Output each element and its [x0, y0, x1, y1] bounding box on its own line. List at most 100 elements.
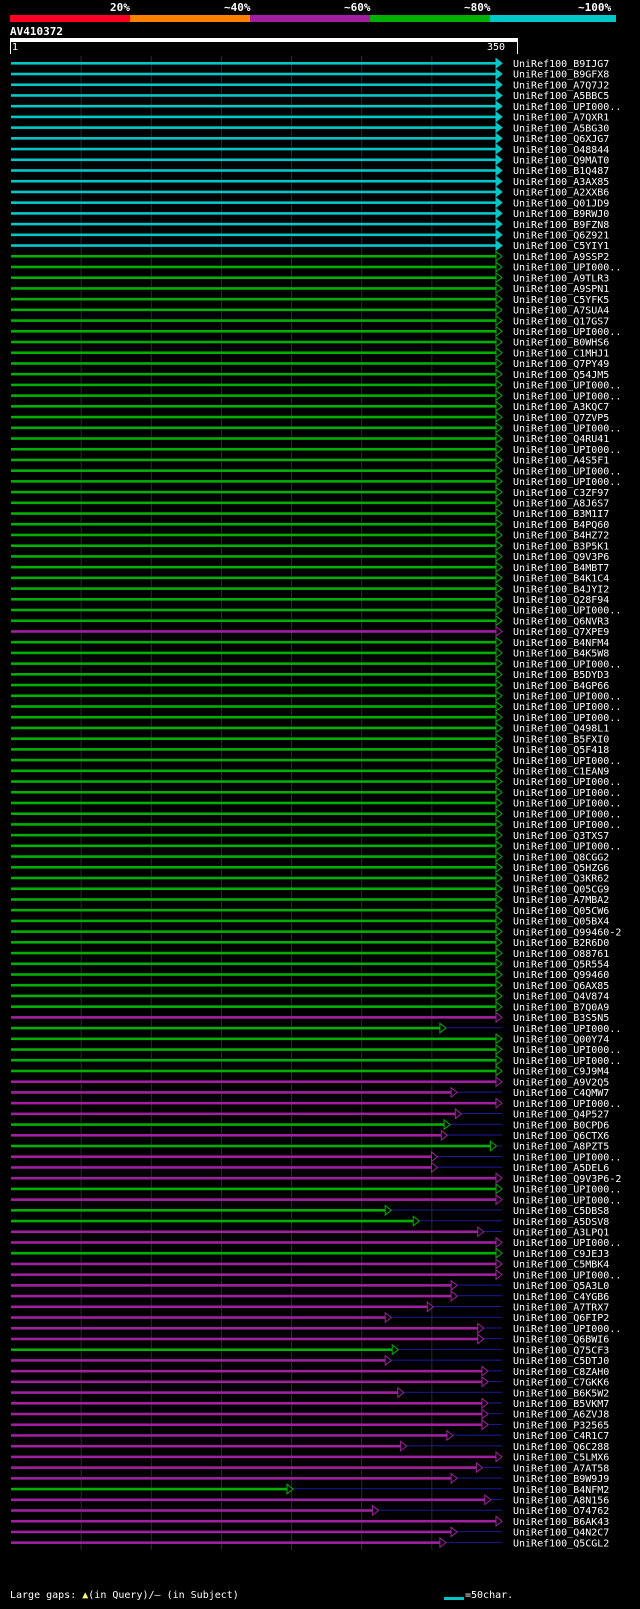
- hit-label[interactable]: UniRef100_C1MHJ1: [513, 348, 609, 359]
- hit-label[interactable]: UniRef100_B3P5K1: [513, 541, 609, 552]
- hit-label[interactable]: UniRef100_A9TLR3: [513, 273, 609, 284]
- hit-label[interactable]: UniRef100_A5DSV8: [513, 1217, 609, 1228]
- hit-label[interactable]: UniRef100_A5BBC5: [513, 91, 609, 102]
- hit-label[interactable]: UniRef100_B2R6D0: [513, 938, 609, 949]
- hit-label[interactable]: UniRef100_Q54JM5: [513, 370, 609, 381]
- hit-label[interactable]: UniRef100_Q3KR62: [513, 874, 609, 885]
- hit-label[interactable]: UniRef100_B9IJG7: [513, 59, 609, 70]
- hit-label[interactable]: UniRef100_UPI000..: [513, 263, 621, 274]
- hit-label[interactable]: UniRef100_Q05CG9: [513, 884, 609, 895]
- hit-label[interactable]: UniRef100_B4K5W8: [513, 649, 609, 660]
- hit-label[interactable]: UniRef100_A7SUA4: [513, 306, 609, 317]
- hit-label[interactable]: UniRef100_B3M1I7: [513, 509, 609, 520]
- hit-label[interactable]: UniRef100_Q6Z921: [513, 231, 609, 242]
- hit-label[interactable]: UniRef100_A5DEL6: [513, 1163, 609, 1174]
- hit-label[interactable]: UniRef100_Q28F94: [513, 595, 609, 606]
- hit-label[interactable]: UniRef100_A2XXB6: [513, 188, 609, 199]
- hit-label[interactable]: UniRef100_Q3TXS7: [513, 831, 609, 842]
- hit-label[interactable]: UniRef100_B4NFM4: [513, 638, 609, 649]
- hit-label[interactable]: UniRef100_A7TRX7: [513, 1303, 609, 1314]
- hit-label[interactable]: UniRef100_Q498L1: [513, 724, 609, 735]
- hit-label[interactable]: UniRef100_UPI000..: [513, 777, 621, 788]
- hit-label[interactable]: UniRef100_C5DTJ0: [513, 1356, 609, 1367]
- hit-label[interactable]: UniRef100_A3KQC7: [513, 402, 609, 413]
- hit-label[interactable]: UniRef100_UPI000..: [513, 809, 621, 820]
- hit-label[interactable]: UniRef100_Q01JD9: [513, 198, 609, 209]
- hit-label[interactable]: UniRef100_UPI000..: [513, 1045, 621, 1056]
- hit-label[interactable]: UniRef100_P32565: [513, 1420, 609, 1431]
- hit-label[interactable]: UniRef100_UPI000..: [513, 102, 621, 113]
- hit-label[interactable]: UniRef100_UPI000..: [513, 466, 621, 477]
- hit-label[interactable]: UniRef100_Q6C288: [513, 1442, 609, 1453]
- hit-label[interactable]: UniRef100_UPI000..: [513, 659, 621, 670]
- hit-label[interactable]: UniRef100_Q99460: [513, 970, 609, 981]
- hit-label[interactable]: UniRef100_Q05BX4: [513, 917, 609, 928]
- hit-label[interactable]: UniRef100_Q5F418: [513, 745, 609, 756]
- hit-label[interactable]: UniRef100_B5VKM7: [513, 1399, 609, 1410]
- hit-label[interactable]: UniRef100_A6ZVJ8: [513, 1410, 609, 1421]
- hit-label[interactable]: UniRef100_B5FXI0: [513, 734, 609, 745]
- hit-label[interactable]: UniRef100_Q17GS7: [513, 316, 609, 327]
- hit-label[interactable]: UniRef100_UPI000..: [513, 606, 621, 617]
- hit-label[interactable]: UniRef100_O48844: [513, 145, 609, 156]
- hit-label[interactable]: UniRef100_C4QMW7: [513, 1088, 609, 1099]
- hit-label[interactable]: UniRef100_UPI000..: [513, 1270, 621, 1281]
- hit-label[interactable]: UniRef100_Q9MAT0: [513, 155, 609, 166]
- hit-label[interactable]: UniRef100_Q4P527: [513, 1110, 609, 1121]
- hit-label[interactable]: UniRef100_A8N156: [513, 1495, 609, 1506]
- hit-label[interactable]: UniRef100_Q5A3L0: [513, 1281, 609, 1292]
- hit-label[interactable]: UniRef100_A9SPN1: [513, 284, 609, 295]
- hit-label[interactable]: UniRef100_Q7PY49: [513, 359, 609, 370]
- hit-label[interactable]: UniRef100_B4K1C4: [513, 574, 609, 585]
- hit-label[interactable]: UniRef100_UPI000..: [513, 327, 621, 338]
- hit-label[interactable]: UniRef100_B4JYI2: [513, 584, 609, 595]
- hit-label[interactable]: UniRef100_B1Q487: [513, 166, 609, 177]
- hit-label[interactable]: UniRef100_Q5CGL2: [513, 1538, 609, 1549]
- hit-label[interactable]: UniRef100_A9SSP2: [513, 252, 609, 263]
- hit-label[interactable]: UniRef100_A7MBA2: [513, 895, 609, 906]
- hit-label[interactable]: UniRef100_UPI000..: [513, 1099, 621, 1110]
- hit-label[interactable]: UniRef100_B4PQ60: [513, 520, 609, 531]
- hit-label[interactable]: UniRef100_C1EAN9: [513, 767, 609, 778]
- hit-label[interactable]: UniRef100_UPI000..: [513, 799, 621, 810]
- hit-label[interactable]: UniRef100_Q5HZG6: [513, 863, 609, 874]
- hit-label[interactable]: UniRef100_Q6BWI6: [513, 1335, 609, 1346]
- hit-label[interactable]: UniRef100_B5DYD3: [513, 670, 609, 681]
- hit-label[interactable]: UniRef100_UPI000..: [513, 1238, 621, 1249]
- hit-label[interactable]: UniRef100_UPI000..: [513, 1152, 621, 1163]
- hit-label[interactable]: UniRef100_UPI000..: [513, 691, 621, 702]
- hit-label[interactable]: UniRef100_B0WHS6: [513, 338, 609, 349]
- hit-label[interactable]: UniRef100_B7Q0A9: [513, 1002, 609, 1013]
- hit-label[interactable]: UniRef100_UPI000..: [513, 842, 621, 853]
- hit-label[interactable]: UniRef100_A7Q7J2: [513, 80, 609, 91]
- hit-label[interactable]: UniRef100_Q4RU41: [513, 434, 609, 445]
- hit-label[interactable]: UniRef100_Q9V3P6-2: [513, 1174, 621, 1185]
- hit-label[interactable]: UniRef100_Q8CGG2: [513, 852, 609, 863]
- hit-label[interactable]: UniRef100_UPI000..: [513, 756, 621, 767]
- hit-label[interactable]: UniRef100_Q05CW6: [513, 906, 609, 917]
- hit-label[interactable]: UniRef100_UPI000..: [513, 1195, 621, 1206]
- hit-label[interactable]: UniRef100_B4GP66: [513, 681, 609, 692]
- hit-label[interactable]: UniRef100_C5LMX6: [513, 1453, 609, 1464]
- hit-label[interactable]: UniRef100_Q75CF3: [513, 1345, 609, 1356]
- hit-label[interactable]: UniRef100_B3S5N5: [513, 1013, 609, 1024]
- hit-label[interactable]: UniRef100_B4NFM2: [513, 1485, 609, 1496]
- hit-label[interactable]: UniRef100_B6K5W2: [513, 1388, 609, 1399]
- hit-label[interactable]: UniRef100_Q7XPE9: [513, 627, 609, 638]
- hit-label[interactable]: UniRef100_Q6FIP2: [513, 1313, 609, 1324]
- hit-label[interactable]: UniRef100_B9GFX8: [513, 70, 609, 81]
- hit-label[interactable]: UniRef100_A8PZT5: [513, 1142, 609, 1153]
- hit-label[interactable]: UniRef100_UPI000..: [513, 713, 621, 724]
- hit-label[interactable]: UniRef100_C8ZAH0: [513, 1367, 609, 1378]
- hit-label[interactable]: UniRef100_C5MBK4: [513, 1260, 609, 1271]
- hit-label[interactable]: UniRef100_UPI000..: [513, 445, 621, 456]
- hit-label[interactable]: UniRef100_B0CPD6: [513, 1120, 609, 1131]
- hit-label[interactable]: UniRef100_C5YIY1: [513, 241, 609, 252]
- hit-label[interactable]: UniRef100_UPI000..: [513, 820, 621, 831]
- hit-label[interactable]: UniRef100_A4S5F1: [513, 456, 609, 467]
- hit-label[interactable]: UniRef100_C4YGB6: [513, 1292, 609, 1303]
- hit-label[interactable]: UniRef100_Q00Y74: [513, 1035, 609, 1046]
- hit-label[interactable]: UniRef100_UPI000..: [513, 477, 621, 488]
- hit-label[interactable]: UniRef100_UPI000..: [513, 702, 621, 713]
- hit-label[interactable]: UniRef100_UPI000..: [513, 788, 621, 799]
